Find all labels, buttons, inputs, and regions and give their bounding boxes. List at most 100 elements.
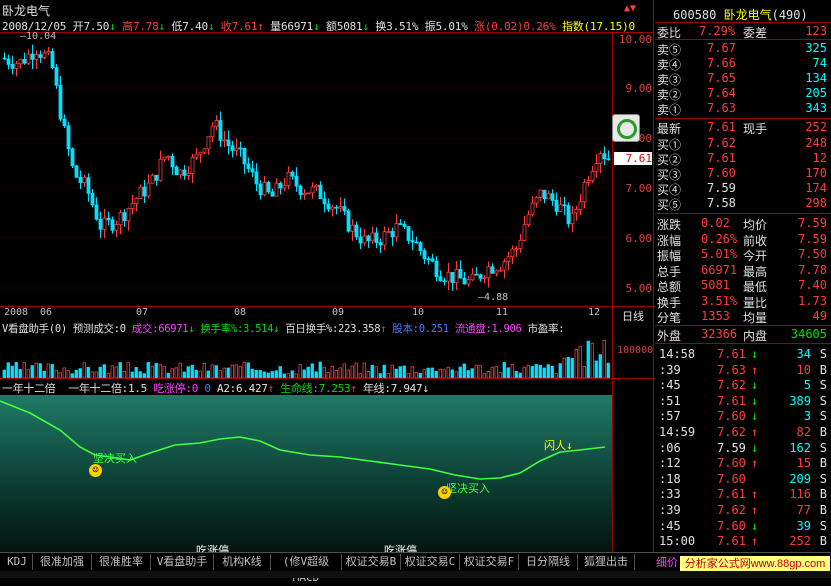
candle-body	[114, 224, 119, 231]
tick-volume: 162	[789, 440, 811, 455]
nav-arrows-icon[interactable]: ▲▼	[624, 3, 636, 14]
tick-time: 14:58	[659, 347, 696, 361]
candle-body	[498, 269, 503, 272]
tick-volume: 82	[796, 425, 811, 439]
tick-price: 7.62	[717, 503, 746, 517]
candle-body	[486, 266, 491, 279]
candlestick-chart[interactable]	[0, 33, 612, 306]
candle-body	[426, 258, 431, 261]
candle-body	[246, 163, 251, 170]
stat-value: 3.51%	[701, 293, 738, 308]
tab-8[interactable]: 权证交易F	[460, 554, 519, 570]
tab-1[interactable]: 很准加强	[33, 554, 92, 570]
volume-bar	[34, 362, 38, 378]
period-label[interactable]: 日线	[622, 308, 644, 324]
volume-bar	[42, 370, 46, 378]
tab-5[interactable]: (修V超级MACD	[271, 554, 342, 584]
tick-arrow: ↓	[751, 409, 759, 424]
tab-10[interactable]: 狐狸出击	[578, 554, 635, 570]
tab-3[interactable]: V看盘助手	[151, 554, 214, 570]
tick-time: :39	[659, 362, 681, 377]
candle-body	[410, 240, 415, 243]
buy-price: 7.58	[707, 196, 736, 210]
candle-body	[390, 231, 395, 238]
volume-bar	[146, 362, 150, 378]
volume-bar	[310, 363, 314, 378]
tick-volume: 116	[789, 487, 811, 502]
volume-bar	[474, 364, 478, 378]
stat-value: 7.40	[798, 278, 827, 292]
indicator-name[interactable]: 一年十二倍	[2, 382, 56, 395]
tick-time: :33	[659, 487, 681, 502]
volume-bar	[98, 366, 102, 378]
volume-bar	[478, 364, 482, 378]
stat-value: 49	[812, 309, 827, 323]
volume-bar-chart[interactable]	[0, 334, 612, 378]
stat-row: 换手 3.51% 量比 1.73	[655, 293, 829, 310]
candle-body	[594, 163, 599, 172]
candle-body	[322, 198, 327, 205]
volume-bar	[202, 363, 206, 378]
tab-2[interactable]: 很准胜率	[92, 554, 151, 570]
candle-body	[190, 156, 195, 175]
year-line-value: 年线:7.947	[362, 382, 423, 395]
volume-bar	[422, 369, 426, 378]
volume-bar	[506, 367, 510, 378]
volume-bar	[134, 367, 138, 378]
tab-7[interactable]: 权证交易C	[401, 554, 460, 570]
candle-body	[54, 67, 59, 86]
detail-tab[interactable]: 细价	[656, 554, 678, 570]
volume-bar	[210, 364, 214, 378]
candle-body	[342, 206, 347, 212]
candle-body	[378, 242, 383, 246]
candle-body	[398, 223, 403, 225]
tick-price: 7.62	[717, 425, 746, 439]
volume-bar	[226, 367, 230, 378]
sell-price: 7.64	[707, 86, 736, 100]
volume-bar	[418, 372, 422, 378]
tick-price: 7.61	[717, 393, 746, 408]
tick-side: S	[819, 393, 827, 408]
candle-body	[446, 271, 451, 282]
sell-row: 卖① 7.63 343	[655, 101, 829, 117]
tick-side: B	[819, 362, 827, 377]
volume-bar	[154, 363, 158, 378]
volume-bar	[374, 366, 378, 378]
divider	[655, 39, 831, 40]
date-label: 2008	[4, 307, 29, 318]
stat-label: 涨跌	[657, 218, 682, 232]
volume-bar	[46, 363, 50, 378]
candle-body	[186, 173, 191, 176]
g-logo-icon[interactable]	[612, 114, 640, 142]
tick-time: :12	[659, 456, 681, 471]
buy-volume: 170	[805, 166, 827, 180]
tab-4[interactable]: 机构K线	[214, 554, 271, 570]
candle-body	[210, 125, 215, 138]
tick-price: 7.60	[717, 409, 746, 424]
candle-body	[110, 219, 115, 231]
tab-6[interactable]: 权证交易B	[342, 554, 401, 570]
tick-arrow: ↑	[751, 362, 759, 377]
candle-body	[122, 212, 127, 222]
candle-body	[130, 203, 135, 209]
volume-bar	[334, 370, 338, 378]
volume-bar	[598, 354, 602, 378]
candle-body	[170, 155, 175, 168]
tab-0[interactable]: KDJ	[2, 554, 33, 570]
tick-row: 14:59 7.62 ↑ 82 B	[655, 425, 829, 440]
volume-bar	[570, 357, 574, 378]
volume-bar	[322, 366, 326, 378]
candle-body	[438, 276, 443, 282]
a2-arrow: ↑	[267, 382, 275, 395]
candle-body	[78, 176, 83, 184]
volume-bar	[430, 367, 434, 378]
candle-body	[134, 198, 139, 204]
tab-9[interactable]: 日分隔线	[519, 554, 578, 570]
candle-body	[106, 217, 111, 221]
candle-body	[382, 231, 387, 246]
candle-body	[90, 193, 95, 206]
candle-body	[94, 204, 99, 220]
volume-bar	[342, 363, 346, 378]
volume-bar	[114, 366, 118, 378]
candle-body	[262, 182, 267, 196]
